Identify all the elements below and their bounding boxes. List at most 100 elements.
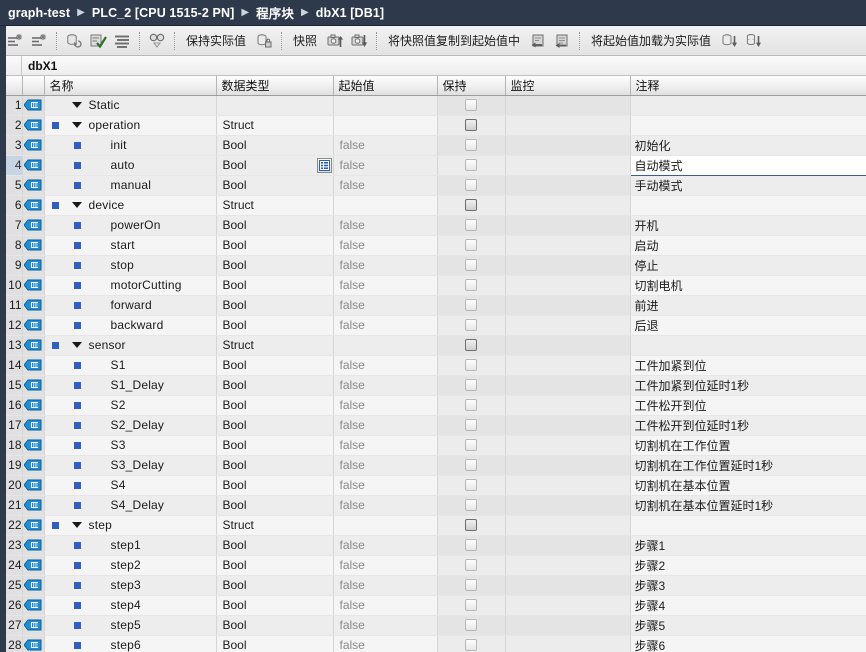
cell-monitor[interactable] <box>505 335 631 356</box>
table-row[interactable]: 22 step Struct <box>0 515 866 536</box>
cell-start-value[interactable]: false <box>333 535 438 556</box>
retain-checkbox[interactable] <box>465 639 477 651</box>
cell-monitor[interactable] <box>505 455 631 476</box>
cell-retain[interactable] <box>437 95 506 116</box>
cell-comment[interactable]: 步骤6 <box>630 635 866 652</box>
cell-datatype[interactable]: Struct <box>216 335 334 356</box>
cell-comment[interactable] <box>630 335 866 356</box>
cell-comment[interactable]: 停止 <box>630 255 866 276</box>
cell-start-value[interactable]: false <box>333 135 438 156</box>
retain-checkbox[interactable] <box>465 519 477 531</box>
retain-checkbox[interactable] <box>465 119 477 131</box>
cell-datatype[interactable]: Struct <box>216 195 334 216</box>
cell-datatype[interactable]: Bool <box>216 375 334 396</box>
cell-comment[interactable] <box>630 95 866 116</box>
cell-datatype[interactable]: Bool <box>216 415 334 436</box>
table-row[interactable]: 21 S4_Delay Bool false 切割机在基本位置延时1秒 <box>0 495 866 516</box>
cell-monitor[interactable] <box>505 615 631 636</box>
cell-comment[interactable]: 切割机在基本位置 <box>630 475 866 496</box>
cell-datatype[interactable]: Bool <box>216 395 334 416</box>
table-row[interactable]: 19 S3_Delay Bool false 切割机在工作位置延时1秒 <box>0 455 866 476</box>
cell-datatype[interactable]: Bool <box>216 235 334 256</box>
cell-datatype[interactable]: Struct <box>216 515 334 536</box>
cell-monitor[interactable] <box>505 175 631 196</box>
cell-retain[interactable] <box>437 515 506 536</box>
breadcrumb-item-plc[interactable]: PLC_2 [CPU 1515-2 PN] <box>92 6 234 20</box>
cell-datatype[interactable] <box>216 95 334 116</box>
cell-start-value[interactable]: false <box>333 275 438 296</box>
cell-monitor[interactable] <box>505 435 631 456</box>
table-row[interactable]: 4 auto Bool false 自动模式 <box>0 154 866 176</box>
cell-monitor[interactable] <box>505 315 631 336</box>
expand-toggle[interactable] <box>67 522 87 528</box>
cell-monitor[interactable] <box>505 215 631 236</box>
retain-checkbox[interactable] <box>465 339 477 351</box>
table-row[interactable]: 10 motorCutting Bool false 切割电机 <box>0 275 866 296</box>
table-row[interactable]: 24 step2 Bool false 步骤2 <box>0 555 866 576</box>
cell-comment[interactable]: 工件加紧到位 <box>630 355 866 376</box>
retain-actual-values-label[interactable]: 保持实际值 <box>181 32 251 49</box>
cell-monitor[interactable] <box>505 595 631 616</box>
cell-name[interactable]: step2 <box>44 555 217 576</box>
cell-datatype[interactable]: Bool <box>216 555 334 576</box>
cell-comment[interactable]: 切割机在工作位置 <box>630 435 866 456</box>
cell-comment[interactable]: 步骤4 <box>630 595 866 616</box>
cell-start-value[interactable]: false <box>333 295 438 316</box>
retain-checkbox[interactable] <box>465 139 477 151</box>
cell-datatype[interactable]: Bool <box>216 355 334 376</box>
cell-comment[interactable]: 切割机在工作位置延时1秒 <box>630 455 866 476</box>
cell-comment[interactable]: 步骤5 <box>630 615 866 636</box>
cell-name[interactable]: step <box>44 515 217 536</box>
cell-start-value[interactable]: false <box>333 235 438 256</box>
column-header-comment[interactable]: 注释 <box>630 76 866 96</box>
breadcrumb-item-project[interactable]: graph-test <box>8 6 70 20</box>
cell-datatype[interactable]: Bool <box>216 615 334 636</box>
retain-checkbox[interactable] <box>465 599 477 611</box>
cell-name[interactable]: S2_Delay <box>44 415 217 436</box>
cell-datatype[interactable]: Bool <box>216 215 334 236</box>
cell-retain[interactable] <box>437 195 506 216</box>
cell-retain[interactable] <box>437 475 506 496</box>
cell-start-value[interactable]: false <box>333 455 438 476</box>
cell-monitor[interactable] <box>505 635 631 652</box>
cell-name[interactable]: operation <box>44 115 217 136</box>
cell-monitor[interactable] <box>505 275 631 296</box>
cell-datatype[interactable]: Bool <box>216 255 334 276</box>
camera-up-icon[interactable] <box>324 30 346 52</box>
table-row[interactable]: 27 step5 Bool false 步骤5 <box>0 615 866 636</box>
cell-start-value[interactable] <box>333 195 438 216</box>
cell-comment[interactable]: 开机 <box>630 215 866 236</box>
column-header-datatype[interactable]: 数据类型 <box>216 76 334 96</box>
cell-start-value[interactable]: false <box>333 495 438 516</box>
cell-comment[interactable]: 切割电机 <box>630 275 866 296</box>
cell-monitor[interactable] <box>505 515 631 536</box>
cell-datatype[interactable]: Bool <box>216 535 334 556</box>
cell-datatype[interactable]: Bool <box>216 575 334 596</box>
expand-toggle[interactable] <box>67 342 87 348</box>
cell-retain[interactable] <box>437 275 506 296</box>
cell-datatype[interactable]: Bool <box>216 275 334 296</box>
cell-name[interactable]: S2 <box>44 395 217 416</box>
cell-start-value[interactable]: false <box>333 255 438 276</box>
cell-name[interactable]: step5 <box>44 615 217 636</box>
cell-monitor[interactable] <box>505 535 631 556</box>
cell-name[interactable]: backward <box>44 315 217 336</box>
cell-datatype[interactable]: Bool <box>216 475 334 496</box>
cell-name[interactable]: step1 <box>44 535 217 556</box>
cell-retain[interactable] <box>437 555 506 576</box>
cell-retain[interactable] <box>437 115 506 136</box>
cell-comment[interactable]: 步骤1 <box>630 535 866 556</box>
cell-comment[interactable]: 前进 <box>630 295 866 316</box>
cell-name[interactable]: device <box>44 195 217 216</box>
retain-checkbox[interactable] <box>465 619 477 631</box>
cell-start-value[interactable]: false <box>333 215 438 236</box>
cell-start-value[interactable] <box>333 335 438 356</box>
table-row[interactable]: 9 stop Bool false 停止 <box>0 255 866 276</box>
table-row[interactable]: 17 S2_Delay Bool false 工件松开到位延时1秒 <box>0 415 866 436</box>
cell-comment[interactable]: 启动 <box>630 235 866 256</box>
cell-monitor[interactable] <box>505 135 631 156</box>
cell-name[interactable]: sensor <box>44 335 217 356</box>
column-header-name[interactable]: 名称 <box>44 76 217 96</box>
cell-retain[interactable] <box>437 315 506 336</box>
column-header-retain[interactable]: 保持 <box>437 76 506 96</box>
